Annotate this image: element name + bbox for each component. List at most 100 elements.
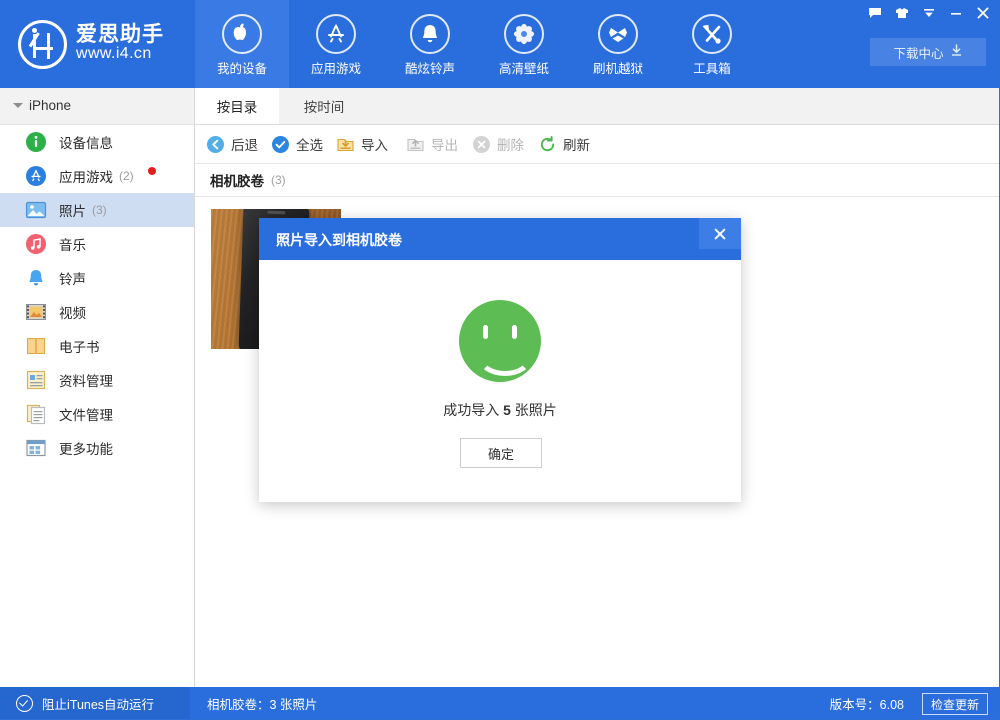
files-icon (25, 403, 47, 425)
main-nav: 我的设备 应用游戏 酷炫铃声 高清壁纸 (195, 0, 759, 88)
breadcrumb-name[interactable]: 相机胶卷 (210, 170, 264, 190)
flower-icon (504, 14, 544, 54)
toolbar-label: 删除 (497, 134, 524, 154)
close-icon[interactable] (969, 1, 996, 25)
sidebar-item-label: 设备信息 (59, 132, 113, 152)
sidebar-item-count: (2) (119, 169, 134, 183)
skin-icon[interactable] (888, 1, 915, 25)
toolbar-label: 刷新 (563, 134, 590, 154)
tools-icon (692, 14, 732, 54)
brand-logo: 爱思助手 www.i4.cn (0, 0, 195, 88)
back-button[interactable]: 后退 (206, 125, 258, 163)
app-window: 爱思助手 www.i4.cn 我的设备 应用游戏 酷炫铃声 (0, 0, 1000, 720)
delete-icon (472, 135, 491, 154)
nav-item-my-device[interactable]: 我的设备 (195, 0, 289, 88)
sidebar-item-device-info[interactable]: 设备信息 (0, 125, 194, 159)
toolbar-label: 全选 (296, 134, 323, 154)
nav-label: 酷炫铃声 (383, 58, 477, 77)
brand-name: 爱思助手 (76, 18, 164, 48)
minimize-icon[interactable] (942, 1, 969, 25)
toolbar-label: 导入 (361, 134, 388, 154)
nav-item-wallpapers[interactable]: 高清壁纸 (477, 0, 571, 88)
nav-item-toolbox[interactable]: 工具箱 (665, 0, 759, 88)
sidebar-item-data-manage[interactable]: 资料管理 (0, 363, 194, 397)
delete-button: 删除 (472, 125, 524, 163)
nav-label: 我的设备 (195, 58, 289, 77)
menu-icon[interactable] (915, 1, 942, 25)
bell-icon (410, 14, 450, 54)
device-header[interactable]: iPhone (0, 88, 194, 125)
import-result-dialog: 照片导入到相机胶卷 成功导入 5 张照片 确定 (259, 218, 741, 502)
sidebar-item-label: 铃声 (59, 268, 86, 288)
box-icon (598, 14, 638, 54)
export-icon (406, 135, 425, 154)
toolbar-label: 导出 (431, 134, 458, 154)
feedback-icon[interactable] (861, 1, 888, 25)
block-itunes-toggle[interactable]: 阻止iTunes自动运行 (0, 687, 190, 719)
tab-by-time[interactable]: 按时间 (279, 88, 369, 124)
info-icon (25, 131, 47, 153)
export-button: 导出 (406, 125, 458, 163)
device-name: iPhone (29, 98, 71, 113)
dialog-titlebar: 照片导入到相机胶卷 (259, 218, 741, 260)
music-icon (25, 233, 47, 255)
dialog-message-prefix: 成功导入 (443, 402, 499, 418)
nav-item-ringtones[interactable]: 酷炫铃声 (383, 0, 477, 88)
breadcrumb: 相机胶卷 (3) (195, 164, 1000, 197)
sidebar-item-label: 音乐 (59, 234, 86, 254)
apple-icon (222, 14, 262, 54)
sidebar-item-label: 文件管理 (59, 404, 113, 424)
i4-logo-icon (18, 20, 67, 69)
brand-url: www.i4.cn (76, 45, 152, 63)
dialog-body: 成功导入 5 张照片 确定 (259, 260, 741, 502)
app-header: 爱思助手 www.i4.cn 我的设备 应用游戏 酷炫铃声 (0, 0, 1000, 88)
notification-badge (148, 167, 156, 175)
content-tabs: 按目录 按时间 (195, 88, 1000, 125)
status-bar: 阻止iTunes自动运行 相机胶卷：3 张照片 版本号：6.08 检查更新 (0, 687, 1000, 719)
sidebar-item-more[interactable]: 更多功能 (0, 431, 194, 465)
download-center-label: 下载中心 (893, 43, 943, 62)
toolbar-label: 后退 (231, 134, 258, 154)
sidebar-item-label: 更多功能 (59, 438, 113, 458)
tab-label: 按时间 (304, 96, 345, 116)
version-label: 版本号：6.08 (830, 687, 904, 719)
select-all-button[interactable]: 全选 (271, 125, 323, 163)
tab-by-folder[interactable]: 按目录 (195, 88, 279, 124)
nav-item-flash-jailbreak[interactable]: 刷机越狱 (571, 0, 665, 88)
dialog-ok-label: 确定 (488, 444, 514, 463)
nav-label: 高清壁纸 (477, 58, 571, 77)
sidebar-item-count: (3) (92, 203, 107, 217)
sidebar-item-apps-games[interactable]: 应用游戏 (2) (0, 159, 194, 193)
nav-label: 工具箱 (665, 58, 759, 77)
more-icon (25, 437, 47, 459)
download-icon (950, 44, 963, 60)
sidebar-item-label: 照片 (59, 200, 86, 220)
sidebar-item-file-manage[interactable]: 文件管理 (0, 397, 194, 431)
sidebar-item-music[interactable]: 音乐 (0, 227, 194, 261)
sidebar-item-label: 应用游戏 (59, 166, 113, 186)
dialog-message-suffix: 张照片 (515, 402, 557, 418)
dialog-message-count: 5 (503, 402, 511, 418)
sidebar-item-ringtones[interactable]: 铃声 (0, 261, 194, 295)
tab-label: 按目录 (217, 96, 258, 116)
chevron-down-icon (13, 103, 23, 108)
dialog-ok-button[interactable]: 确定 (460, 438, 542, 468)
appstore-icon (25, 165, 47, 187)
success-smiley-icon (459, 300, 541, 382)
sidebar-item-photos[interactable]: 照片 (3) (0, 193, 194, 227)
sidebar: iPhone 设备信息 应用游戏 (2) 照片 (3) (0, 88, 195, 688)
check-icon (16, 695, 33, 712)
sidebar-item-label: 资料管理 (59, 370, 113, 390)
refresh-button[interactable]: 刷新 (538, 125, 590, 163)
check-update-button[interactable]: 检查更新 (922, 693, 988, 715)
nav-item-apps-games[interactable]: 应用游戏 (289, 0, 383, 88)
block-itunes-label: 阻止iTunes自动运行 (42, 694, 154, 713)
import-button[interactable]: 导入 (336, 125, 388, 163)
dialog-close-icon[interactable] (699, 218, 741, 249)
sidebar-item-ebooks[interactable]: 电子书 (0, 329, 194, 363)
appstore-icon (316, 14, 356, 54)
sidebar-item-label: 视频 (59, 302, 86, 322)
contacts-icon (25, 369, 47, 391)
sidebar-item-video[interactable]: 视频 (0, 295, 194, 329)
download-center-button[interactable]: 下载中心 (870, 38, 986, 66)
